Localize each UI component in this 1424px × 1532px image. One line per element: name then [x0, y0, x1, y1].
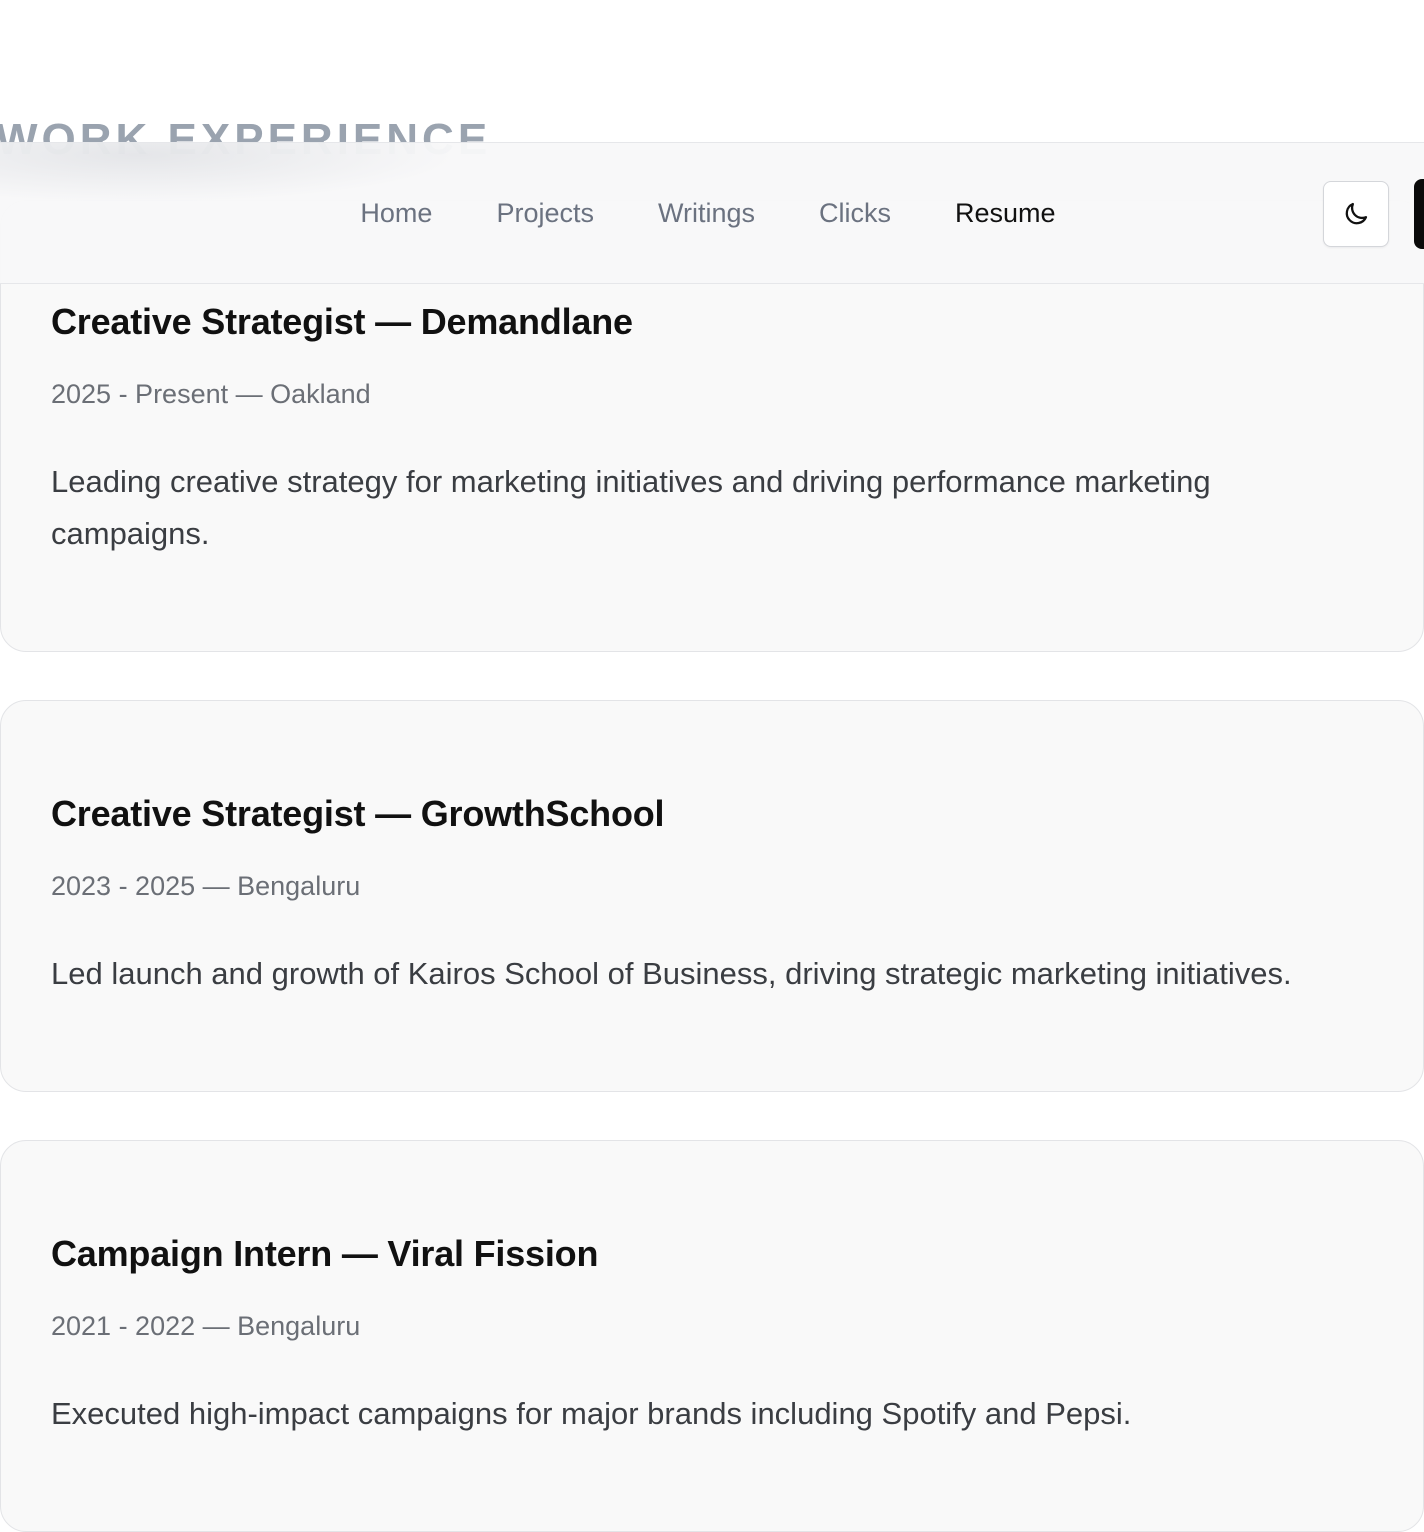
nav-link-projects[interactable]: Projects [464, 198, 626, 229]
experience-card: Creative Strategist — GrowthSchool 2023 … [0, 700, 1424, 1092]
theme-toggle-button[interactable] [1323, 181, 1389, 247]
top-navbar: Home Projects Writings Clicks Resume [0, 142, 1424, 284]
nav-link-home[interactable]: Home [328, 198, 464, 229]
experience-title: Campaign Intern — Viral Fission [51, 1233, 599, 1274]
experience-card: Campaign Intern — Viral Fission 2021 - 2… [0, 1140, 1424, 1532]
experience-description: Executed high-impact campaigns for major… [51, 1396, 1132, 1431]
experience-title: Creative Strategist — GrowthSchool [51, 793, 665, 834]
nav-link-resume[interactable]: Resume [923, 198, 1088, 229]
experience-meta: 2025 - Present — Oakland [51, 379, 371, 409]
nav-link-clicks[interactable]: Clicks [787, 198, 923, 229]
experience-description: Led launch and growth of Kairos School o… [51, 956, 1292, 991]
nav-link-writings[interactable]: Writings [626, 198, 787, 229]
moon-icon [1345, 202, 1368, 225]
experience-meta: 2023 - 2025 — Bengaluru [51, 871, 361, 901]
edge-action-button[interactable] [1414, 179, 1424, 249]
resume-page: WORK EXPERIENCE Creative Strategist — De… [0, 0, 1424, 1532]
nav-links: Home Projects Writings Clicks Resume [0, 143, 1424, 283]
experience-description: Leading creative strategy for marketing … [51, 464, 1211, 551]
experience-title: Creative Strategist — Demandlane [51, 301, 633, 342]
experience-meta: 2021 - 2022 — Bengaluru [51, 1311, 361, 1341]
